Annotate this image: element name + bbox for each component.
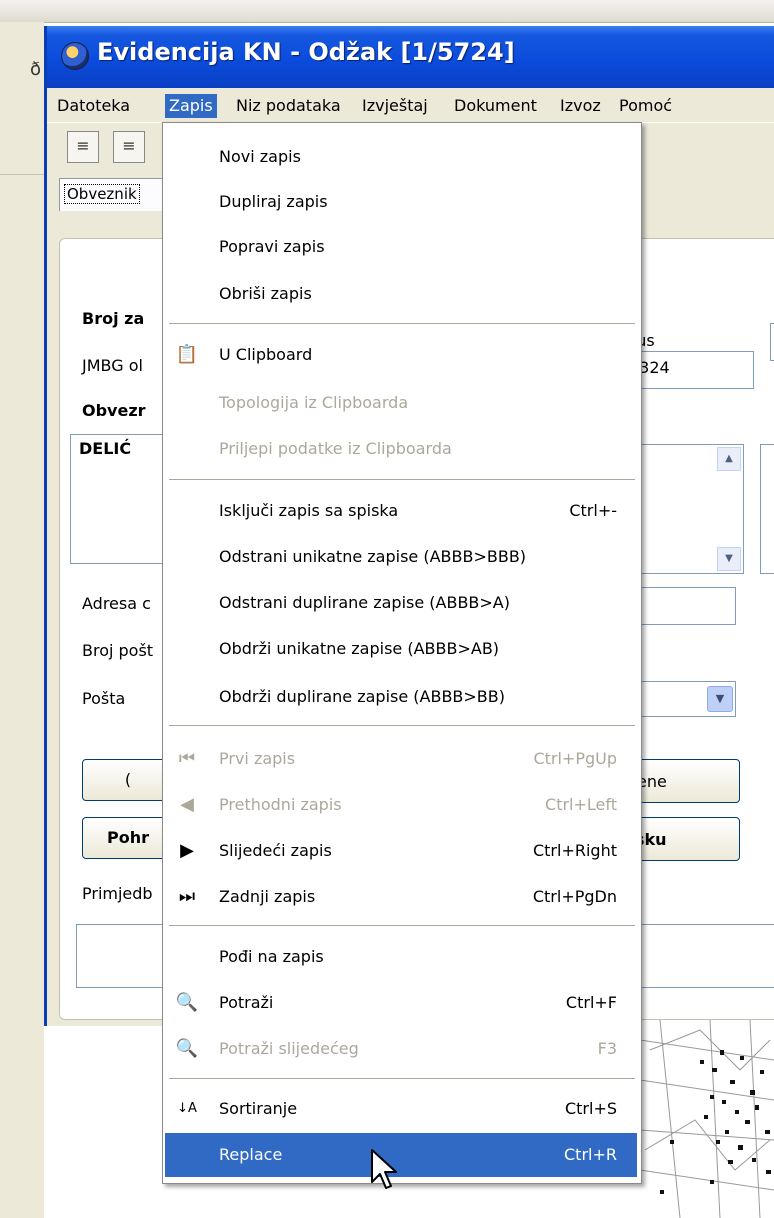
scroll-up-icon[interactable]: ▲ [717,447,741,471]
first-icon: ⏮ [178,748,196,769]
scroll-down-icon[interactable]: ▼ [717,547,741,571]
background-toolbar [0,94,44,175]
window-title: Evidencija KN - Odžak [1/5724] [97,38,515,66]
background-window-titlebar [0,0,774,23]
chevron-down-icon[interactable]: ▼ [707,686,733,712]
align-left-icon[interactable]: ≡ [67,131,99,163]
menu-popravi-zapis[interactable]: Popravi zapis [165,225,637,269]
menu-separator [169,479,635,480]
label-adresa: Adresa c [82,594,151,613]
menu-odstrani-duplirane[interactable]: Odstrani duplirane zapise (ABBB>A) [165,581,637,625]
right-area-field[interactable] [760,444,774,574]
menu-zadnji-zapis[interactable]: ⏭ Zadnji zapis Ctrl+PgDn [165,875,637,919]
tab-obveznik[interactable]: Obveznik [59,178,173,211]
menu-topologija-iz-clipboarda[interactable]: Topologija iz Clipboarda [165,381,637,425]
menu-dupliraj-zapis[interactable]: Dupliraj zapis [165,180,637,224]
menu-separator [169,725,635,726]
menu-slijedeci-zapis[interactable]: ▶ Slijedeći zapis Ctrl+Right [165,829,637,873]
next-icon: ▶ [180,840,194,861]
search-icon: 🔍 [175,992,199,1013]
menu-niz-podataka[interactable]: Niz podataka [232,94,345,118]
mouse-cursor-icon [371,1149,397,1189]
label-posta: Pošta [82,689,126,708]
label-primjedba: Primjedb [82,884,153,903]
menu-novi-zapis[interactable]: Novi zapis [165,135,637,179]
menu-obrisi-zapis[interactable]: Obriši zapis [165,272,637,316]
button-pohrani[interactable]: Pohr [82,817,174,859]
sort-icon: ↓A [177,1101,197,1116]
obveznik-textarea[interactable]: DELIĆ [70,434,172,564]
label-broj-poste: Broj pošt [82,641,154,660]
menu-zapis[interactable]: Zapis [165,94,217,118]
menu-potrazi-slijedeceg[interactable]: 🔍 Potraži slijedećeg F3 [165,1027,637,1071]
menu-izvjestaj[interactable]: Izvještaj [358,94,432,118]
menu-iskljuci-zapis[interactable]: Isključi zapis sa spiska Ctrl+- [165,489,637,533]
menu-datoteka[interactable]: Datoteka [53,94,134,118]
menu-replace[interactable]: Replace Ctrl+R [165,1133,637,1177]
menu-potrazi[interactable]: 🔍 Potraži Ctrl+F [165,981,637,1025]
menu-u-clipboard[interactable]: 📋 U Clipboard [165,333,637,377]
background-app-window: ð [0,22,44,1218]
button-c[interactable]: ( [82,759,174,801]
menu-odstrani-unikatne[interactable]: Odstrani unikatne zapise (ABBB>BBB) [165,535,637,579]
menu-obdrzi-unikatne[interactable]: Obdrži unikatne zapise (ABBB>AB) [165,627,637,671]
zapis-dropdown-menu: Novi zapis Dupliraj zapis Popravi zapis … [162,122,642,1184]
menu-izvoz[interactable]: Izvoz [556,94,605,118]
menu-obdrzi-duplirane[interactable]: Obdrži duplirane zapise (ABBB>BB) [165,675,637,719]
align-right-icon[interactable]: ≡ [113,131,145,163]
last-icon: ⏭ [178,886,196,907]
menu-sortiranje[interactable]: ↓A Sortiranje Ctrl+S [165,1087,637,1131]
search-next-icon: 🔍 [175,1038,199,1059]
menu-separator [169,1078,635,1079]
menu-podi-na-zapis[interactable]: Pođi na zapis [165,935,637,979]
menu-prvi-zapis[interactable]: ⏮ Prvi zapis Ctrl+PgUp [165,737,637,781]
menu-pomoc[interactable]: Pomoć [615,94,676,118]
menu-bar: Datoteka Zapis Niz podataka Izvještaj Do… [47,88,774,122]
globe-icon [61,42,89,70]
title-bar[interactable]: Evidencija KN - Odžak [1/5724] [47,26,774,88]
clipboard-icon: 📋 [175,344,199,365]
status-field[interactable] [770,323,774,361]
app-icon: ð [30,59,42,80]
menu-dokument[interactable]: Dokument [450,94,541,118]
menu-priljepi-podatke[interactable]: Priljepi podatke iz Clipboarda [165,427,637,471]
menu-prethodni-zapis[interactable]: ◀ Prethodni zapis Ctrl+Left [165,783,637,827]
menu-separator [169,323,635,324]
previous-icon: ◀ [180,794,194,815]
map-preview [640,1020,774,1218]
label-jmbg: JMBG ol [82,356,143,375]
menu-separator [169,925,635,926]
parcel-map-image [640,1020,774,1218]
label-broj-zapisa: Broj za [82,309,145,328]
label-obveznik: Obvezr [82,401,146,420]
